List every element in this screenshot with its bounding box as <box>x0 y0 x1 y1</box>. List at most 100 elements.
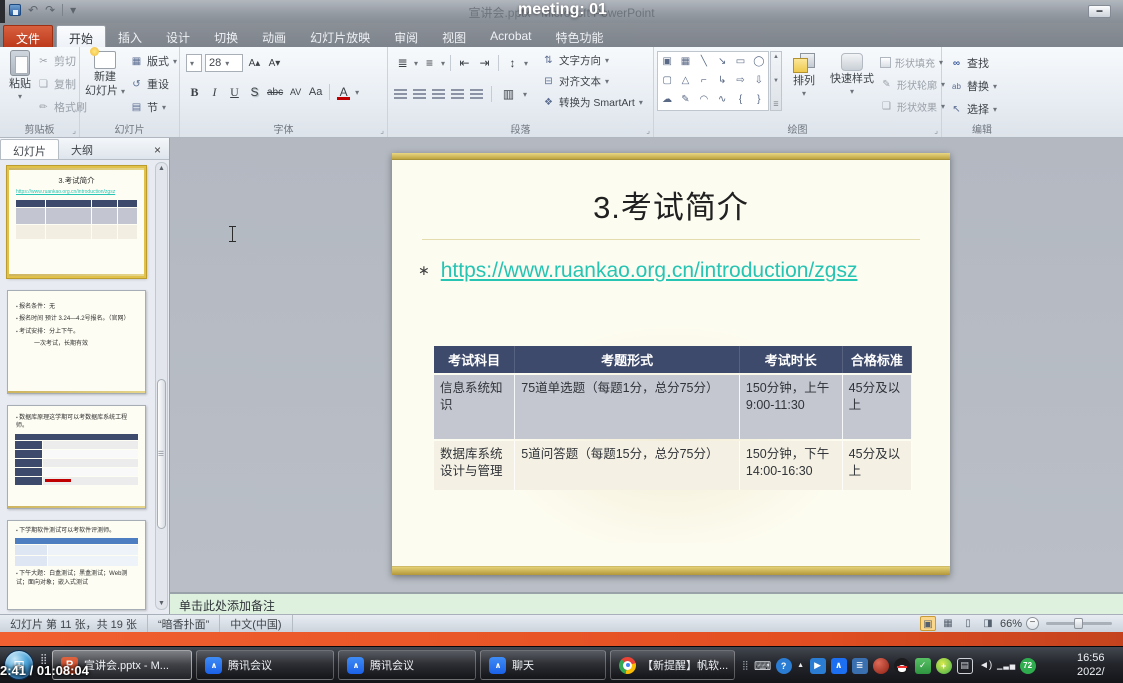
shape-icon[interactable]: ▣ <box>662 57 671 67</box>
bold-button[interactable]: B <box>186 83 203 101</box>
zoom-slider[interactable] <box>1046 622 1112 625</box>
tab-review[interactable]: 审阅 <box>382 25 430 47</box>
gallery-more-icon[interactable]: ☰ <box>773 101 778 108</box>
align-center-button[interactable] <box>413 89 426 100</box>
zoom-out-button[interactable]: − <box>1026 617 1039 630</box>
scroll-up-icon[interactable]: ▲ <box>773 54 779 60</box>
table-cell[interactable]: 数据库系统设计与管理 <box>434 441 515 490</box>
text-shadow-button[interactable]: S <box>246 83 263 101</box>
shape-icon[interactable]: ▭ <box>736 57 745 67</box>
shape-effects-button[interactable]: ❑形状效果▾ <box>880 99 945 114</box>
shape-fill-button[interactable]: 形状填充▾ <box>880 55 945 70</box>
font-name-combo[interactable]: ▾ <box>186 54 202 72</box>
tab-acrobat[interactable]: Acrobat <box>478 25 543 47</box>
replace-button[interactable]: ab替换▾ <box>950 78 997 94</box>
find-button[interactable]: ∞查找 <box>950 55 997 71</box>
taskbar-clock[interactable]: 16:56 2022/ <box>1077 651 1121 679</box>
tab-special-features[interactable]: 特色功能 <box>544 25 616 47</box>
arrange-button[interactable]: 排列 ▾ <box>784 53 824 99</box>
slide-thumbnail[interactable]: 下学期软件测试可以考软件评测师。 下午大题：白盒测试；黑盒测试；Web测试；面向… <box>7 520 146 610</box>
slide[interactable]: 3.考试简介 ∗ https://www.ruankao.org.cn/intr… <box>392 153 950 575</box>
shape-icon[interactable]: ⇩ <box>755 76 763 86</box>
security-shield-icon[interactable]: ✓ <box>915 658 931 674</box>
shape-icon[interactable]: ✎ <box>681 95 689 105</box>
font-color-button[interactable]: A <box>335 83 352 101</box>
quick-styles-button[interactable]: 快速样式 ▾ <box>826 53 878 97</box>
clipboard-tray-icon[interactable]: ▤ <box>957 658 973 674</box>
justify-button[interactable] <box>451 89 464 100</box>
slide-sorter-view-button[interactable]: ▦ <box>940 616 956 631</box>
zoom-level[interactable]: 66% <box>1000 618 1022 630</box>
dialog-launcher-icon[interactable]: ⌟ <box>934 126 938 135</box>
table-header-cell[interactable]: 考题形式 <box>515 346 740 373</box>
slide-thumbnail[interactable]: 数据库原理这学期可以考数据库系统工程师。 <box>7 405 146 509</box>
slide-thumbnail-current[interactable]: 3.考试简介 https://www.ruankao.org.cn/introd… <box>7 166 146 278</box>
line-spacing-button[interactable]: ↕ <box>504 54 521 72</box>
zoom-slider-thumb[interactable] <box>1074 618 1083 629</box>
character-spacing-button[interactable]: AV <box>287 83 304 101</box>
normal-view-button[interactable]: ▣ <box>920 616 936 631</box>
slideshow-view-button[interactable]: ◨ <box>980 616 996 631</box>
taskbar-button-chrome[interactable]: 【新提醒】帆软... <box>610 650 735 680</box>
tab-home[interactable]: 开始 <box>56 25 106 47</box>
panel-scrollbar[interactable]: ▲ ☰ ▼ <box>155 162 168 610</box>
shape-icon[interactable]: ↳ <box>718 76 726 86</box>
distribute-button[interactable] <box>470 89 483 100</box>
taskbar-button-chat[interactable]: ∧ 聊天 <box>480 650 606 680</box>
underline-button[interactable]: U <box>226 83 243 101</box>
numbering-button[interactable]: ≡ <box>421 54 438 72</box>
tencent-meeting-tray-icon[interactable]: ∧ <box>831 658 847 674</box>
table-cell[interactable]: 45分及以上 <box>843 375 912 439</box>
table-cell[interactable]: 75道单选题（每题1分，总分75分） <box>515 375 740 439</box>
tray-drag-handle-icon[interactable]: ⣿ <box>742 661 749 670</box>
shrink-font-button[interactable]: A▾ <box>266 54 283 72</box>
shape-icon[interactable]: ☁ <box>662 95 672 105</box>
video-progress-bar[interactable] <box>0 632 1123 646</box>
shape-icon[interactable]: ⇨ <box>736 76 744 86</box>
reading-view-button[interactable]: ▯ <box>960 616 976 631</box>
section-button[interactable]: ▤节▾ <box>130 99 177 115</box>
scroll-down-icon[interactable]: ▼ <box>773 78 779 84</box>
table-cell[interactable]: 信息系统知识 <box>434 375 515 439</box>
taskbar-button-tencent-meeting-2[interactable]: ∧ 腾讯会议 <box>338 650 476 680</box>
paste-button[interactable]: 粘贴 ▾ <box>4 50 36 102</box>
align-right-button[interactable] <box>432 89 445 100</box>
shape-icon[interactable]: ╲ <box>701 57 707 67</box>
keyboard-icon[interactable]: ⌨ <box>755 658 771 674</box>
panel-tab-slides[interactable]: 幻灯片 <box>0 139 59 159</box>
align-text-button[interactable]: ⊟对齐文本▾ <box>542 74 643 89</box>
tab-view[interactable]: 视图 <box>430 25 478 47</box>
scrollbar-thumb[interactable]: ☰ <box>157 379 166 529</box>
align-left-button[interactable] <box>394 89 407 100</box>
taskbar-button-tencent-meeting-1[interactable]: ∧ 腾讯会议 <box>196 650 334 680</box>
strikethrough-button[interactable]: abc <box>266 83 284 101</box>
tab-slideshow[interactable]: 幻灯片放映 <box>298 25 382 47</box>
table-header-cell[interactable]: 考试时长 <box>740 346 843 373</box>
tab-file[interactable]: 文件 <box>3 25 53 47</box>
network-signal-icon[interactable]: ▁▃▅ <box>999 658 1015 674</box>
panel-close-icon[interactable]: × <box>146 141 169 159</box>
minimize-button[interactable]: ▬ <box>1088 5 1111 18</box>
tab-animations[interactable]: 动画 <box>250 25 298 47</box>
red-status-icon[interactable] <box>873 658 889 674</box>
shape-icon[interactable]: △ <box>682 76 690 86</box>
qq-icon[interactable] <box>894 658 910 674</box>
text-direction-button[interactable]: ⇅文字方向▾ <box>542 53 643 68</box>
font-size-combo[interactable]: 28▾ <box>205 54 243 72</box>
health-plus-icon[interactable]: + <box>936 658 952 674</box>
dialog-launcher-icon[interactable]: ⌟ <box>646 126 650 135</box>
editing-canvas[interactable]: 3.考试简介 ∗ https://www.ruankao.org.cn/intr… <box>170 138 1123 592</box>
layout-button[interactable]: ▦版式▾ <box>130 53 177 69</box>
decrease-indent-button[interactable]: ⇤ <box>456 54 473 72</box>
bullets-button[interactable]: ≣ <box>394 54 411 72</box>
shape-icon[interactable]: ▢ <box>662 76 671 86</box>
tab-insert[interactable]: 插入 <box>106 25 154 47</box>
shape-icon[interactable]: ◠ <box>699 95 708 105</box>
dialog-launcher-icon[interactable]: ⌟ <box>380 126 384 135</box>
table-cell[interactable]: 150分钟，下午14:00-16:30 <box>740 441 843 490</box>
table-cell[interactable]: 5道问答题（每题15分，总分75分） <box>515 441 740 490</box>
battery-badge[interactable]: 72 <box>1020 658 1036 674</box>
slide-title[interactable]: 3.考试简介 <box>392 182 950 227</box>
shape-icon[interactable]: ▦ <box>681 57 690 67</box>
exam-table[interactable]: 考试科目 考题形式 考试时长 合格标准 信息系统知识 75道单选题（每题1分，总… <box>434 346 912 492</box>
